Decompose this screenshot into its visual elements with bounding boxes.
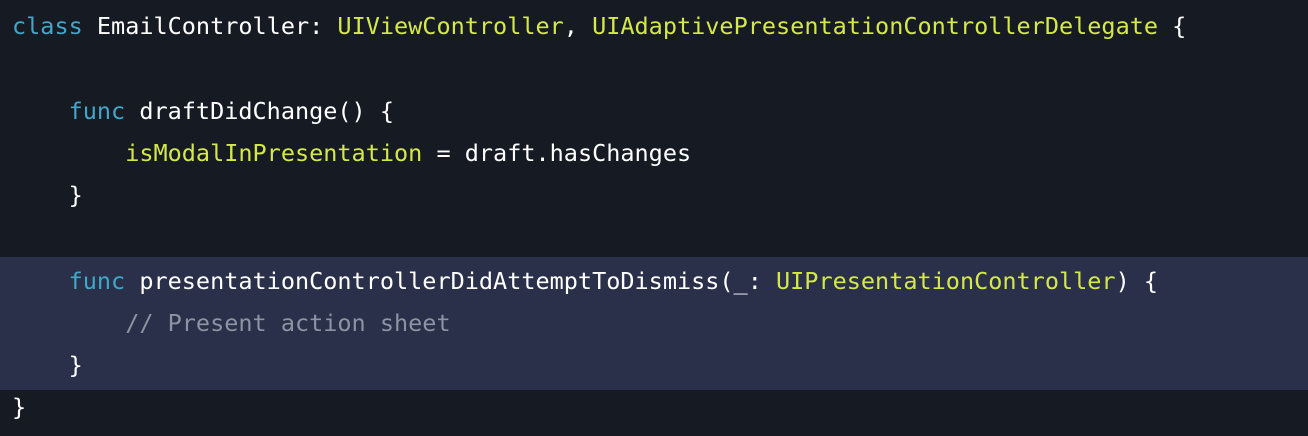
- assignment-expression: = draft.hasChanges: [422, 139, 692, 167]
- code-line-close-brace: }: [12, 344, 83, 386]
- code-line-class-declaration: class EmailController: UIViewController,…: [12, 5, 1186, 47]
- code-line-func-dismiss: func presentationControllerDidAttemptToD…: [12, 260, 1158, 302]
- keyword-class: class: [12, 12, 83, 40]
- code-line-close-brace: }: [12, 174, 83, 216]
- class-close-brace: }: [12, 393, 27, 421]
- keyword-func: func: [68, 267, 126, 295]
- param-type: UIPresentationController: [776, 267, 1116, 295]
- close-brace: }: [68, 351, 83, 379]
- class-name: EmailController:: [82, 12, 338, 40]
- code-line-assignment: isModalInPresentation = draft.hasChanges: [12, 132, 691, 174]
- code-comment: // Present action sheet: [125, 309, 451, 337]
- code-line-comment: // Present action sheet: [12, 302, 451, 344]
- func-signature-end: ) {: [1115, 267, 1159, 295]
- code-line-func-draft: func draftDidChange() {: [12, 90, 394, 132]
- code-line-class-close: }: [12, 386, 26, 428]
- code-editor: class EmailController: UIViewController,…: [0, 0, 1308, 436]
- close-brace: }: [68, 181, 83, 209]
- open-brace: {: [1158, 12, 1187, 40]
- superclass-type: UIViewController: [337, 12, 564, 40]
- keyword-func: func: [68, 97, 126, 125]
- property-name: isModalInPresentation: [125, 139, 423, 167]
- separator: ,: [563, 12, 593, 40]
- func-signature: presentationControllerDidAttemptToDismis…: [125, 267, 777, 295]
- protocol-type: UIAdaptivePresentationControllerDelegate: [592, 12, 1159, 40]
- func-signature: draftDidChange() {: [125, 97, 395, 125]
